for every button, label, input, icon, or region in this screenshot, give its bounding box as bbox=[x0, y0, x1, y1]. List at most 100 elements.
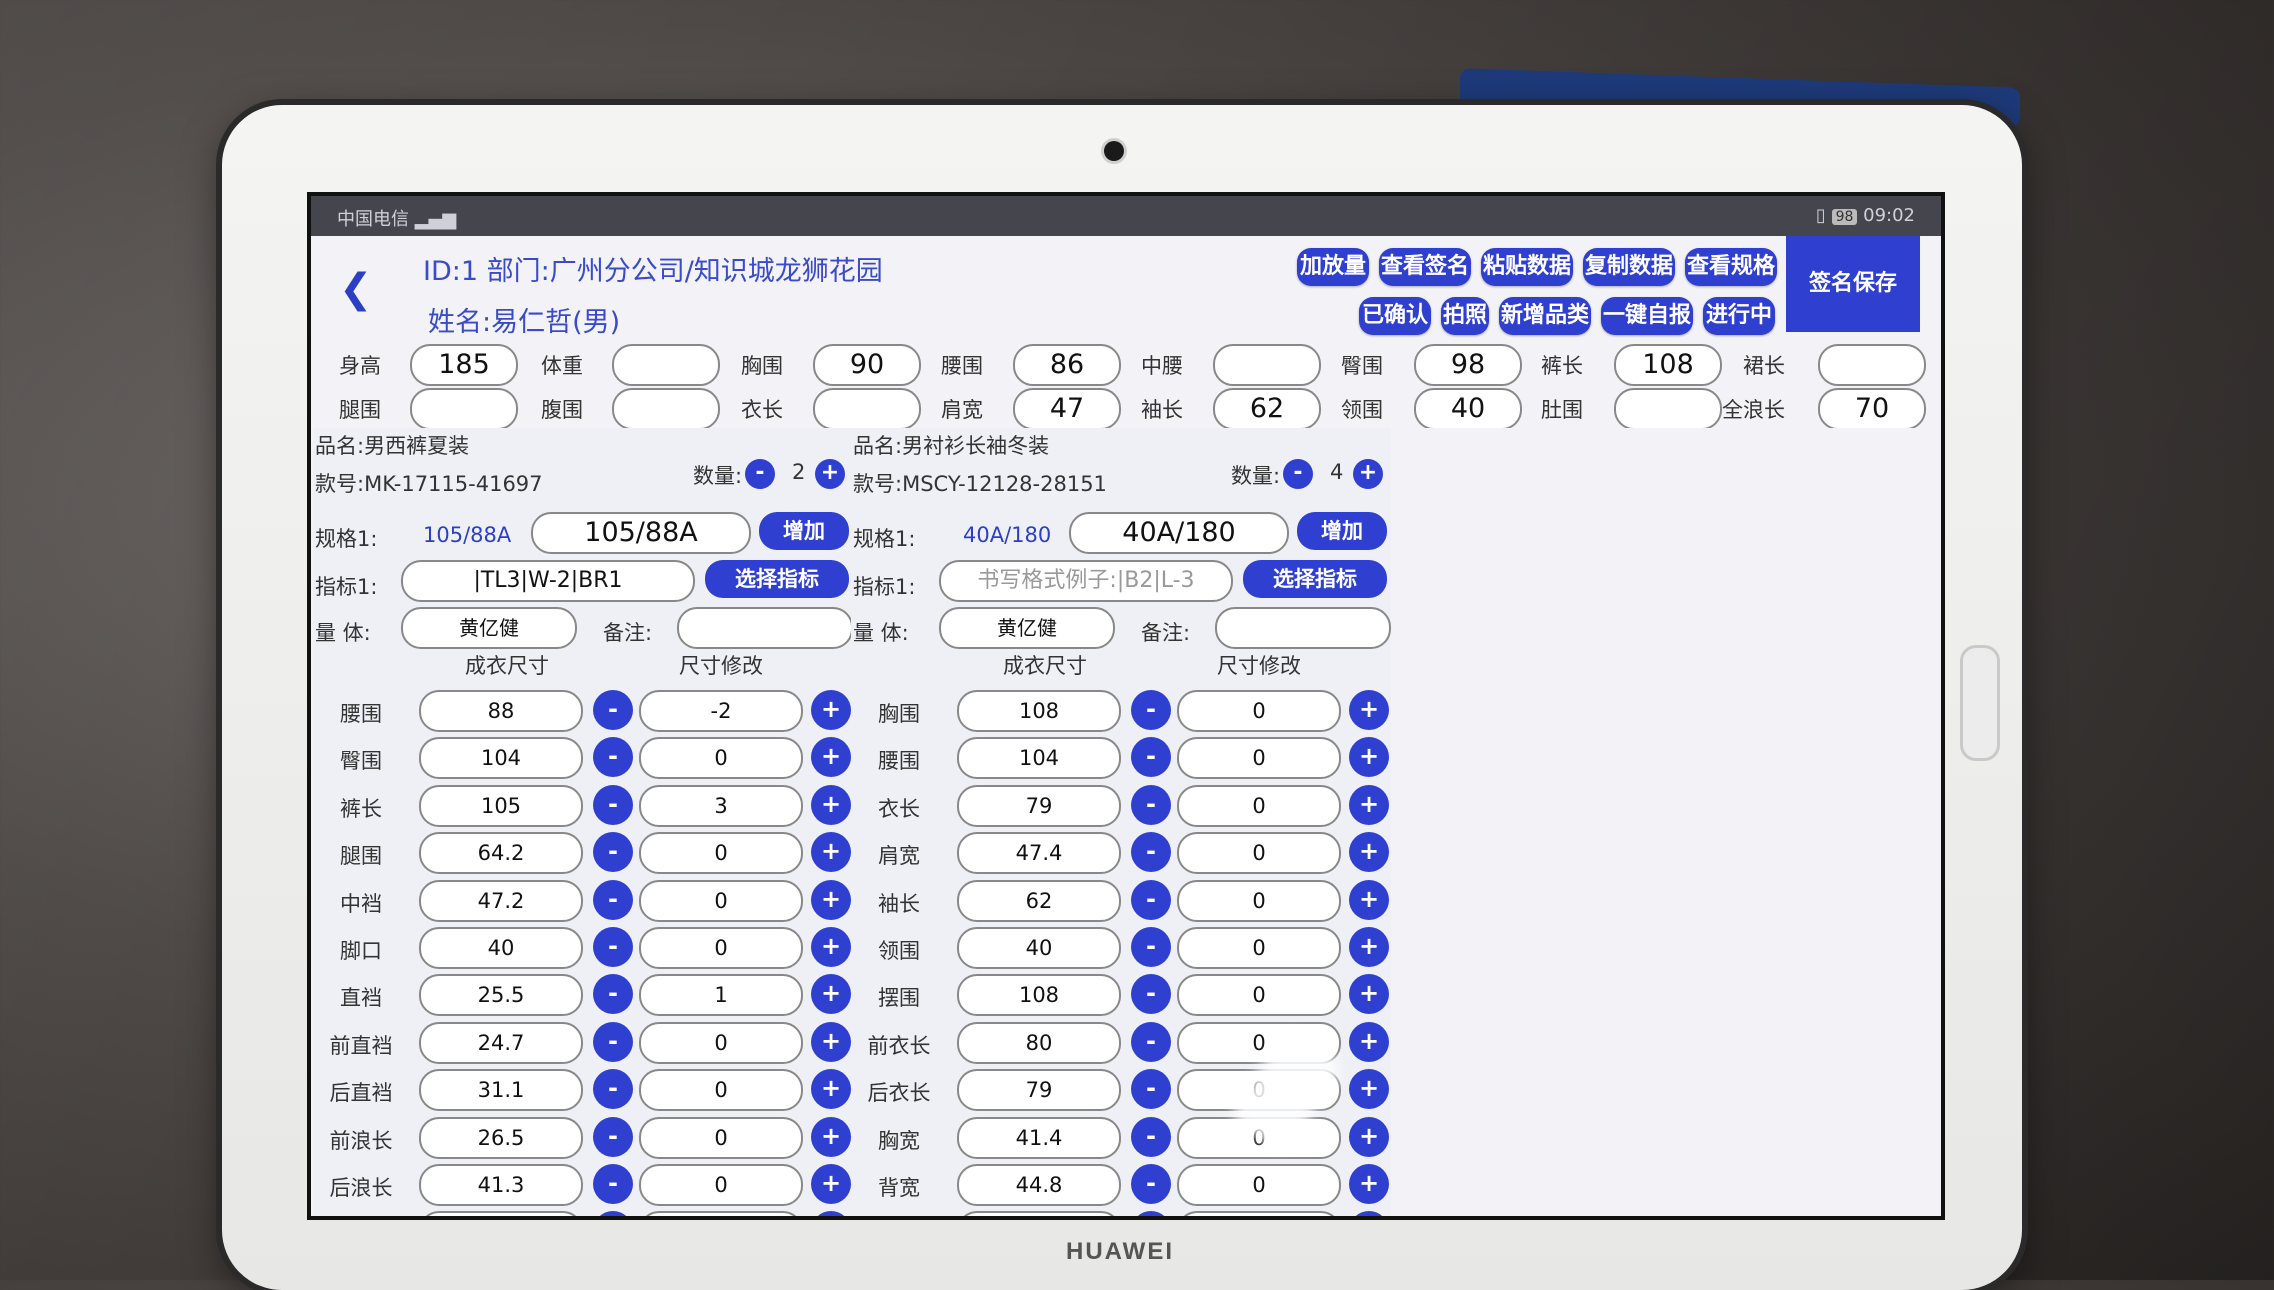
note-input[interactable] bbox=[677, 607, 853, 649]
index-input[interactable]: 书写格式例子:|B2|L-3 bbox=[939, 560, 1233, 602]
measurement-input[interactable] bbox=[410, 388, 518, 430]
minus-icon[interactable]: - bbox=[1131, 690, 1171, 730]
size-adjust-input[interactable]: 3 bbox=[639, 784, 803, 827]
plus-icon[interactable]: + bbox=[1349, 1116, 1389, 1157]
garment-size-input[interactable] bbox=[957, 1211, 1121, 1216]
size-adjust-input[interactable]: 0 bbox=[1177, 879, 1341, 922]
header-button[interactable]: 复制数据 bbox=[1583, 248, 1675, 286]
minus-icon[interactable]: - bbox=[593, 879, 633, 920]
size-adjust-input[interactable]: 0 bbox=[1177, 832, 1341, 875]
header-button[interactable]: 进行中 bbox=[1703, 297, 1775, 335]
minus-icon[interactable]: - bbox=[593, 1164, 633, 1204]
garment-size-input[interactable]: 40 bbox=[957, 927, 1121, 969]
plus-icon[interactable]: + bbox=[811, 1116, 851, 1157]
header-button[interactable]: 加放量 bbox=[1297, 248, 1369, 286]
minus-icon[interactable]: - bbox=[593, 974, 633, 1015]
plus-icon[interactable]: + bbox=[811, 1069, 851, 1110]
size-adjust-input[interactable]: 0 bbox=[1177, 784, 1341, 827]
plus-icon[interactable]: + bbox=[811, 832, 851, 873]
size-adjust-input[interactable]: 1 bbox=[639, 974, 803, 1017]
size-adjust-input[interactable]: 0 bbox=[639, 737, 803, 780]
size-adjust-input[interactable]: 0 bbox=[639, 1164, 803, 1206]
plus-icon[interactable]: + bbox=[1349, 974, 1389, 1015]
minus-icon[interactable]: - bbox=[1131, 1164, 1171, 1204]
minus-icon[interactable]: - bbox=[1131, 974, 1171, 1015]
measurement-input[interactable]: 90 bbox=[813, 344, 921, 386]
minus-icon[interactable]: - bbox=[593, 784, 633, 825]
header-button[interactable]: 查看签名 bbox=[1379, 248, 1471, 286]
size-adjust-input[interactable]: 0 bbox=[639, 927, 803, 969]
minus-icon[interactable]: - bbox=[593, 690, 633, 730]
measurement-input[interactable]: 40 bbox=[1414, 388, 1522, 430]
minus-icon[interactable]: - bbox=[593, 1211, 633, 1216]
header-button[interactable]: 新增品类 bbox=[1499, 297, 1591, 335]
size-adjust-input[interactable]: 0 bbox=[639, 1069, 803, 1112]
measurement-input[interactable]: 98 bbox=[1414, 344, 1522, 386]
minus-icon[interactable]: - bbox=[593, 1069, 633, 1110]
add-spec-button[interactable]: 增加 bbox=[759, 512, 849, 550]
garment-size-input[interactable]: 62 bbox=[957, 879, 1121, 922]
garment-size-input[interactable]: 105 bbox=[419, 784, 583, 827]
plus-icon[interactable]: + bbox=[811, 690, 851, 730]
garment-size-input[interactable]: 25.5 bbox=[419, 974, 583, 1017]
minus-icon[interactable]: - bbox=[593, 832, 633, 873]
garment-size-input[interactable]: 79 bbox=[957, 784, 1121, 827]
size-adjust-input[interactable]: 0 bbox=[1177, 737, 1341, 780]
minus-icon[interactable]: - bbox=[1131, 879, 1171, 920]
plus-icon[interactable]: + bbox=[1349, 879, 1389, 920]
garment-size-input[interactable]: 88 bbox=[419, 690, 583, 732]
garment-size-input[interactable]: 80 bbox=[957, 1021, 1121, 1064]
garment-size-input[interactable]: 41.3 bbox=[419, 1164, 583, 1206]
garment-size-input[interactable]: 104 bbox=[957, 737, 1121, 780]
size-adjust-input[interactable]: 0 bbox=[639, 832, 803, 875]
measurement-input[interactable]: 108 bbox=[1614, 344, 1722, 386]
measurement-input[interactable] bbox=[813, 388, 921, 430]
minus-icon[interactable]: - bbox=[593, 927, 633, 967]
garment-size-input[interactable]: 64.2 bbox=[419, 832, 583, 875]
minus-icon[interactable]: - bbox=[593, 737, 633, 778]
measurement-input[interactable] bbox=[1213, 344, 1321, 386]
plus-icon[interactable]: + bbox=[1349, 1069, 1389, 1110]
minus-icon[interactable]: - bbox=[1131, 927, 1171, 967]
garment-size-input[interactable]: 47.2 bbox=[419, 879, 583, 922]
spec-input[interactable]: 40A/180 bbox=[1069, 512, 1289, 554]
select-index-button[interactable]: 选择指标 bbox=[705, 560, 849, 598]
size-adjust-input[interactable]: 0 bbox=[1177, 690, 1341, 732]
minus-icon[interactable]: - bbox=[1131, 1211, 1171, 1216]
minus-icon[interactable]: - bbox=[1131, 1021, 1171, 1062]
plus-icon[interactable]: + bbox=[1349, 1021, 1389, 1062]
qty-plus-button[interactable]: + bbox=[1353, 459, 1383, 489]
body-measurer-input[interactable]: 黄亿健 bbox=[401, 607, 577, 649]
qty-plus-button[interactable]: + bbox=[815, 459, 845, 489]
garment-size-input[interactable]: 104 bbox=[419, 737, 583, 780]
plus-icon[interactable]: + bbox=[1349, 1211, 1389, 1216]
plus-icon[interactable]: + bbox=[811, 784, 851, 825]
minus-icon[interactable]: - bbox=[593, 1021, 633, 1062]
garment-size-input[interactable]: 44.8 bbox=[957, 1164, 1121, 1206]
back-icon[interactable]: ❮ bbox=[339, 266, 373, 312]
measurement-input[interactable] bbox=[1614, 388, 1722, 430]
header-button[interactable]: 已确认 bbox=[1359, 297, 1431, 335]
garment-size-input[interactable]: 108 bbox=[957, 690, 1121, 732]
add-spec-button[interactable]: 增加 bbox=[1297, 512, 1387, 550]
plus-icon[interactable]: + bbox=[811, 974, 851, 1015]
minus-icon[interactable]: - bbox=[593, 1116, 633, 1157]
minus-icon[interactable]: - bbox=[1131, 1116, 1171, 1157]
plus-icon[interactable]: + bbox=[1349, 1164, 1389, 1204]
plus-icon[interactable]: + bbox=[1349, 737, 1389, 778]
plus-icon[interactable]: + bbox=[811, 927, 851, 967]
plus-icon[interactable]: + bbox=[1349, 832, 1389, 873]
garment-size-input[interactable]: 31.1 bbox=[419, 1069, 583, 1112]
plus-icon[interactable]: + bbox=[1349, 784, 1389, 825]
garment-size-input[interactable]: 40 bbox=[419, 927, 583, 969]
garment-size-input[interactable]: 108 bbox=[957, 974, 1121, 1017]
header-button[interactable]: 查看规格 bbox=[1685, 248, 1777, 286]
garment-size-input[interactable]: 79 bbox=[957, 1069, 1121, 1112]
plus-icon[interactable]: + bbox=[811, 1211, 851, 1216]
measurement-input[interactable]: 47 bbox=[1013, 388, 1121, 430]
spec-input[interactable]: 105/88A bbox=[531, 512, 751, 554]
minus-icon[interactable]: - bbox=[1131, 1069, 1171, 1110]
note-input[interactable] bbox=[1215, 607, 1391, 649]
sign-save-button[interactable]: 签名保存 bbox=[1786, 236, 1920, 332]
measurement-input[interactable]: 185 bbox=[410, 344, 518, 386]
